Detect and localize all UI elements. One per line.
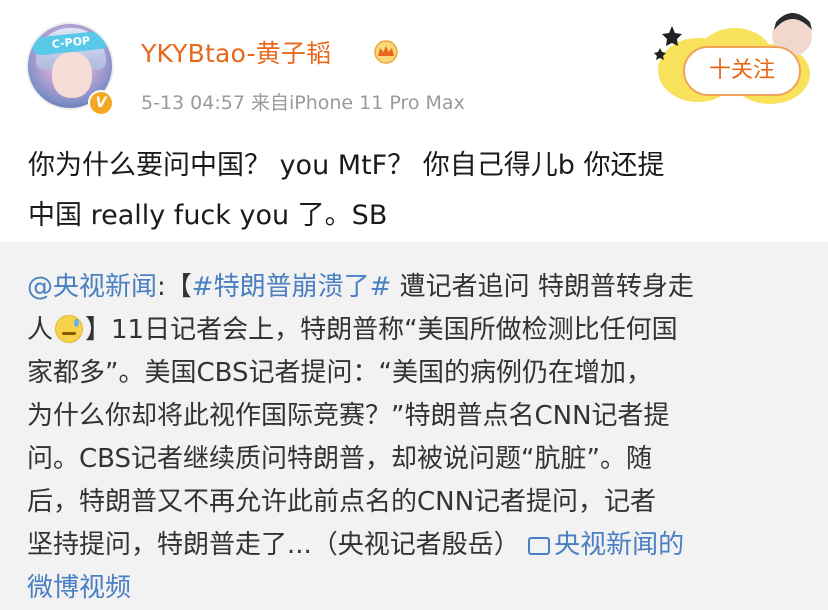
repost-text-fragment: 】11日记者会上，特朗普称“美国所做检测比任何国 — [85, 315, 678, 345]
post-meta: 5-13 04:57 来自iPhone 11 Pro Max — [141, 92, 465, 114]
mention-link[interactable]: @央视新闻 — [27, 272, 157, 302]
repost-line: 问。CBS记者继续质问特朗普，却被说问题“肮脏”。随 — [27, 444, 652, 474]
sweat-emoji-icon — [55, 315, 84, 343]
repost-line: 后，特朗普又不再允许此前点名的CNN记者提问，记者 — [27, 487, 657, 517]
username[interactable]: YKYBtao-黄子韬 — [141, 34, 331, 70]
repost-body: @央视新闻:【#特朗普崩溃了# 遭记者追问 特朗普转身走 人 】11日记者会上，特… — [27, 266, 807, 610]
repost-line: 家都多”。美国CBS记者提问：“美国的病例仍在增加， — [27, 358, 652, 388]
post-text-line: 你为什么要问中国？ you MtF？ 你自己得儿b 你还提 — [28, 150, 665, 181]
video-icon — [528, 537, 551, 555]
repost-text-fragment: :【 — [157, 272, 192, 302]
repost-line: 为什么你却将此视作国际竞赛？”特朗普点名CNN记者提 — [27, 401, 670, 431]
repost-text-fragment: 坚持提问，特朗普走了...（央视记者殷岳） — [27, 530, 529, 560]
follow-button[interactable]: 十关注 — [683, 46, 801, 96]
avatar-face — [52, 52, 92, 98]
video-link-label: 央视新闻的 — [554, 530, 685, 560]
video-link[interactable]: 央视新闻的 — [528, 530, 684, 560]
post-text-line: 中国 really fuck you 了。SB — [28, 200, 388, 231]
video-link-continued[interactable]: 微博视频 — [27, 567, 807, 610]
post-header: C-POP V YKYBtao-黄子韬 5-13 04:57 来自iPhone … — [0, 0, 828, 130]
repost-text-fragment: 遭记者追问 特朗普转身走 — [391, 272, 694, 302]
post-body: 你为什么要问中国？ you MtF？ 你自己得儿b 你还提 中国 really … — [28, 141, 808, 241]
crown-icon — [374, 40, 398, 64]
repost-line: 人 】11日记者会上，特朗普称“美国所做检测比任何国 — [27, 309, 807, 352]
repost-line: @央视新闻:【#特朗普崩溃了# 遭记者追问 特朗普转身走 — [27, 266, 807, 309]
repost-text-fragment: 人 — [27, 315, 54, 345]
verified-badge-icon: V — [88, 90, 114, 116]
hashtag-link[interactable]: #特朗普崩溃了# — [192, 272, 392, 302]
repost-line: 坚持提问，特朗普走了...（央视记者殷岳） 央视新闻的 — [27, 524, 807, 567]
